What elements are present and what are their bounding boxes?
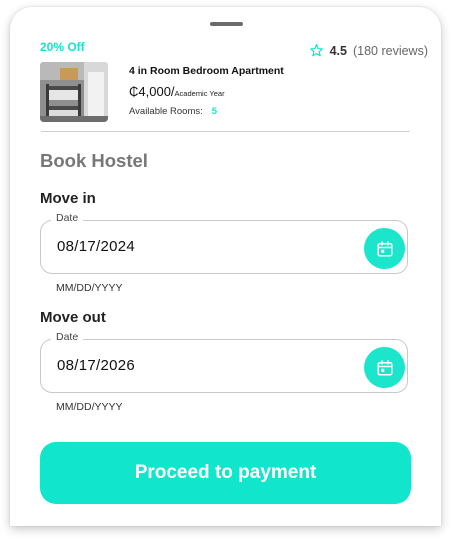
move-out-calendar-button[interactable]: [364, 347, 405, 388]
move-in-format-hint: MM/DD/YYYY: [56, 282, 123, 294]
discount-badge: 20% Off: [40, 40, 85, 54]
section-title: Book Hostel: [40, 150, 148, 171]
price-period: Academic Year: [174, 89, 225, 98]
rating-score: 4.5: [329, 43, 347, 58]
star-outline-icon: [309, 44, 323, 57]
available-rooms-count: 5: [211, 106, 218, 117]
proceed-to-payment-button[interactable]: Proceed to payment: [40, 442, 411, 504]
calendar-icon: [377, 359, 392, 375]
move-in-field-legend: Date: [51, 212, 84, 224]
move-in-calendar-button[interactable]: [364, 228, 405, 269]
move-out-date-value[interactable]: 08/17/2026: [57, 357, 135, 374]
booking-sheet: 20% Off 4.5 (180 reviews) 4 in Room Bedr…: [10, 7, 441, 526]
move-in-date-field[interactable]: Date 08/17/2024: [40, 212, 408, 274]
price-amount: ₵4,000/: [129, 84, 175, 99]
divider: [41, 131, 410, 132]
available-rooms: Available Rooms: 5: [129, 106, 217, 117]
review-count: (180 reviews): [352, 43, 428, 58]
move-out-format-hint: MM/DD/YYYY: [56, 401, 123, 413]
drag-handle[interactable]: [210, 22, 243, 26]
room-image: [40, 62, 108, 122]
rating: 4.5 (180 reviews): [309, 43, 428, 58]
move-in-label: Move in: [40, 190, 96, 207]
move-out-label: Move out: [40, 309, 106, 326]
listing-title: 4 in Room Bedroom Apartment: [129, 65, 284, 77]
move-in-date-value[interactable]: 08/17/2024: [57, 238, 135, 255]
listing-photo: [40, 62, 108, 122]
available-rooms-label: Available Rooms:: [129, 106, 203, 117]
listing-price: ₵4,000/Academic Year: [129, 84, 225, 99]
move-out-date-field[interactable]: Date 08/17/2026: [40, 331, 408, 393]
calendar-icon: [377, 240, 392, 256]
move-out-field-legend: Date: [51, 331, 84, 343]
